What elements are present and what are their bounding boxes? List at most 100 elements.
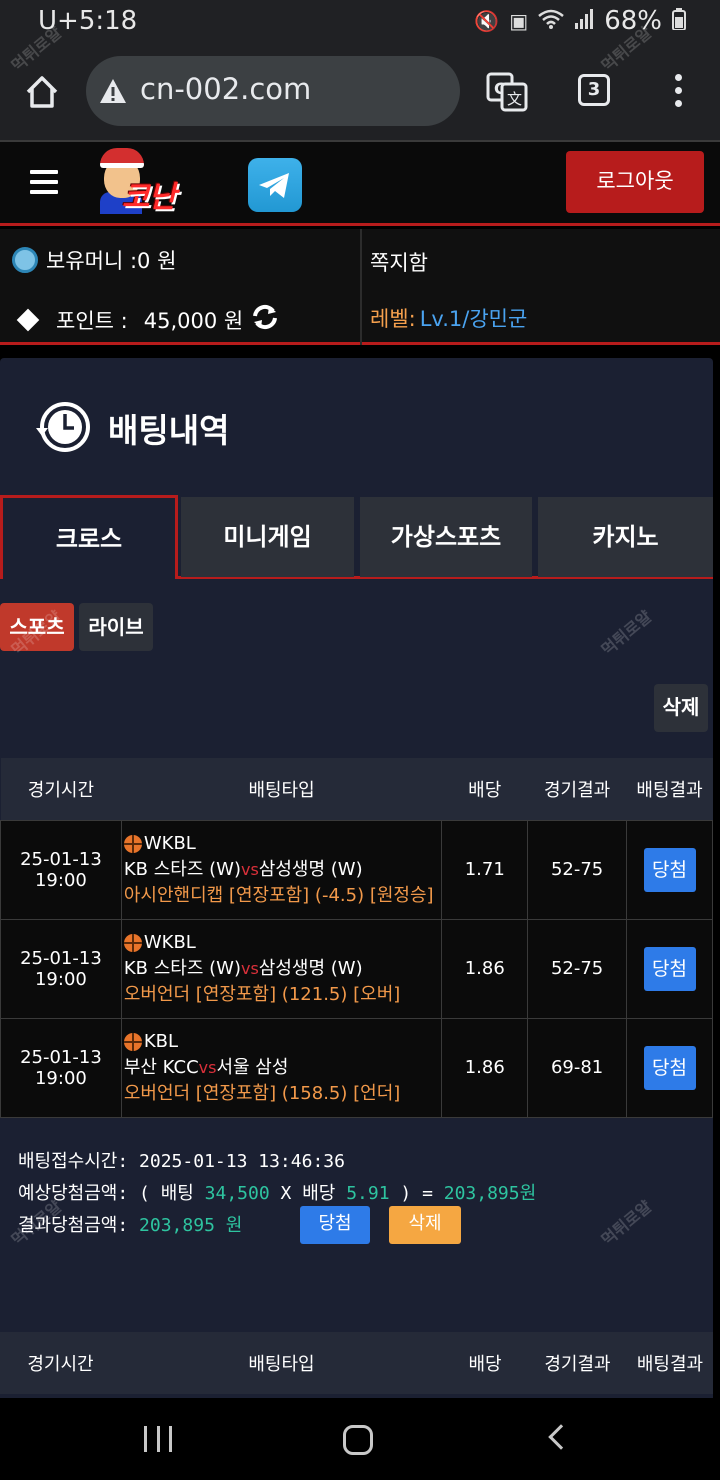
account-info-panel: 보유머니 :0 원 쪽지함 포인트 : 45,000 원 레벨: Lv.1/강민… <box>0 229 720 345</box>
delete-button[interactable]: 삭제 <box>654 684 708 732</box>
site-logo[interactable]: 코난 <box>94 146 226 216</box>
league-name: WKBL <box>143 832 196 854</box>
column-header: 경기시간 <box>0 758 122 820</box>
column-header: 배팅타입 <box>121 758 442 820</box>
win-badge[interactable]: 당첨 <box>643 847 696 892</box>
table-row: 25-01-13 19:00 WKBL KB 스타즈 (W)vs삼성생명 (W) … <box>0 819 713 920</box>
message-link[interactable]: 쪽지함 <box>370 247 428 277</box>
page-title: 배팅내역 <box>108 411 230 450</box>
column-header: 배팅결과 <box>627 1332 713 1394</box>
battery-saver-icon: ▣ <box>509 9 529 33</box>
win-badge[interactable]: 당첨 <box>643 946 696 991</box>
hamburger-icon[interactable] <box>30 170 58 194</box>
match-time-cell: 25-01-13 19:00 <box>0 1017 122 1118</box>
system-nav-bar <box>0 1398 720 1480</box>
translate-icon[interactable]: G文 <box>486 72 528 112</box>
point-label: 포인트 : <box>56 308 128 333</box>
away-team: 삼성생명 (W) <box>258 858 363 880</box>
summary-delete-button[interactable]: 삭제 <box>389 1206 461 1244</box>
league-name: WKBL <box>143 931 196 953</box>
win-badge[interactable]: 당첨 <box>643 1045 696 1090</box>
status-bar: U+5:18 🔇 ▣ 68% <box>0 0 720 44</box>
tab-casino[interactable]: 카지노 <box>538 497 713 577</box>
wifi-icon <box>538 9 565 34</box>
bet-table: 경기시간 배팅타입 배당 경기결과 배팅결과 25-01-13 19:00 WKB… <box>0 758 713 1118</box>
column-header: 배당 <box>441 758 528 820</box>
back-icon[interactable] <box>548 1424 574 1450</box>
level-value[interactable]: Lv.1/강민군 <box>420 303 528 333</box>
table-header-row: 경기시간 배팅타입 배당 경기결과 배팅결과 <box>0 758 713 820</box>
soccer-ball-icon <box>12 247 38 273</box>
recent-apps-icon[interactable] <box>144 1426 172 1452</box>
odds-cell: 1.86 <box>441 918 529 1019</box>
league-name: KBL <box>143 1030 179 1052</box>
column-header: 경기시간 <box>0 1332 121 1394</box>
history-icon <box>34 398 92 456</box>
table-header-row: 경기시간 배팅타입 배당 경기결과 배팅결과 <box>0 1332 713 1394</box>
refresh-icon[interactable] <box>251 303 279 336</box>
url-text[interactable]: cn-002.com <box>140 72 311 106</box>
signal-icon <box>574 8 594 34</box>
tab-cross[interactable]: 크로스 <box>0 495 178 579</box>
basketball-icon <box>123 1032 142 1051</box>
odds-cell: 1.86 <box>441 1017 529 1118</box>
tab-minigame[interactable]: 미니게임 <box>181 497 354 577</box>
money-row: 보유머니 :0 원 <box>12 245 176 275</box>
home-icon[interactable] <box>22 72 62 112</box>
result-cell: 당첨 <box>626 918 713 1019</box>
table-row: 25-01-13 19:00 WKBL KB 스타즈 (W)vs삼성생명 (W) … <box>0 918 713 1019</box>
more-vertical-icon[interactable] <box>668 74 688 110</box>
table-row: 25-01-13 19:00 KBL 부산 KCCvs서울 삼성 오버언더 [연장… <box>0 1017 713 1118</box>
basketball-icon <box>123 933 142 952</box>
telegram-icon[interactable] <box>248 158 302 212</box>
message-label[interactable]: 쪽지함 <box>370 247 428 277</box>
bet-type-cell: WKBL KB 스타즈 (W)vs삼성생명 (W) 오버언더 [연장포함] (1… <box>120 918 443 1019</box>
score-cell: 52-75 <box>527 918 628 1019</box>
svg-text:文: 文 <box>507 90 522 108</box>
bet-type-cell: KBL 부산 KCCvs서울 삼성 오버언더 [연장포함] (158.5) [언… <box>120 1017 443 1118</box>
received-time-line: 배팅접수시간: 2025-01-13 13:46:36 <box>18 1151 345 1172</box>
tabs-icon[interactable]: 3 <box>578 74 610 106</box>
point-row: 포인트 : 45,000 원 <box>14 303 279 336</box>
diamond-icon <box>16 308 40 331</box>
score-cell: 69-81 <box>527 1017 628 1118</box>
tab-virtual-sports[interactable]: 가상스포츠 <box>360 497 532 577</box>
column-header: 배당 <box>442 1332 528 1394</box>
column-header: 경기결과 <box>527 758 627 820</box>
money-label: 보유머니 :0 원 <box>46 249 177 273</box>
warning-icon[interactable] <box>98 77 128 109</box>
summary-win-button[interactable]: 당첨 <box>300 1206 370 1244</box>
point-value: 45,000 원 <box>143 308 244 333</box>
bet-detail: 오버언더 [연장포함] (158.5) [언더] <box>123 1082 401 1104</box>
home-team: KB 스타즈 (W) <box>123 858 241 880</box>
site-header: 코난 로그아웃 <box>0 140 720 226</box>
bet-type-cell: WKBL KB 스타즈 (W)vs삼성생명 (W) 아시안핸디캡 [연장포함] … <box>120 819 443 920</box>
odds-cell: 1.71 <box>441 819 529 920</box>
column-header: 배팅타입 <box>121 1332 442 1394</box>
address-bar[interactable]: cn-002.com <box>86 56 460 126</box>
mute-icon: 🔇 <box>474 9 500 33</box>
away-team: 삼성생명 (W) <box>258 957 363 979</box>
logout-button[interactable]: 로그아웃 <box>566 151 704 213</box>
logo-text: 코난 <box>122 180 176 215</box>
bet-detail: 아시안핸디캡 [연장포함] (-4.5) [원정승] <box>123 884 434 906</box>
basketball-icon <box>123 834 142 853</box>
result-cell: 당첨 <box>626 819 713 920</box>
match-time-cell: 25-01-13 19:00 <box>0 819 122 920</box>
home-team: KB 스타즈 (W) <box>123 957 241 979</box>
bet-detail: 오버언더 [연장포함] (121.5) [오버] <box>123 983 401 1005</box>
home-nav-icon[interactable] <box>343 1425 373 1455</box>
column-header: 경기결과 <box>528 1332 627 1394</box>
home-team: 부산 KCC <box>123 1056 199 1078</box>
category-tabs: 크로스 미니게임 가상스포츠 카지노 <box>0 495 713 579</box>
column-header: 배팅결과 <box>626 758 713 820</box>
away-team: 서울 삼성 <box>216 1056 289 1078</box>
result-cell: 당첨 <box>626 1017 713 1118</box>
score-cell: 52-75 <box>527 819 628 920</box>
bet-table-2: 경기시간 배팅타입 배당 경기결과 배팅결과 <box>0 1332 713 1394</box>
level-row: 레벨: Lv.1/강민군 <box>370 303 527 333</box>
level-label: 레벨: <box>370 307 416 331</box>
clock: 5:18 <box>78 6 138 36</box>
subtab-live[interactable]: 라이브 <box>79 603 153 651</box>
match-time-cell: 25-01-13 19:00 <box>0 918 122 1019</box>
